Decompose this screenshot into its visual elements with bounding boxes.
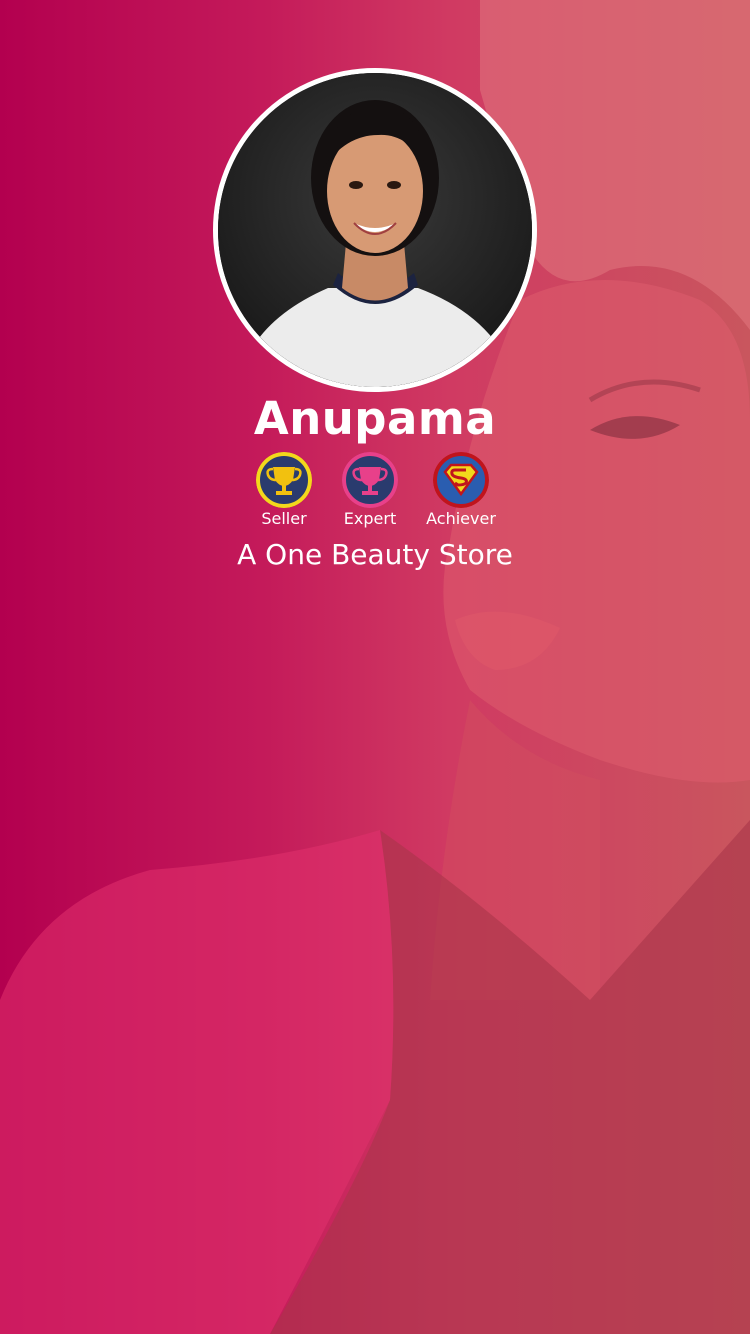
avatar-photo <box>218 73 532 387</box>
profile-avatar[interactable] <box>213 68 537 392</box>
trophy-icon <box>342 452 398 508</box>
store-name: A One Beauty Store <box>237 538 513 571</box>
badge-achiever[interactable]: Achiever <box>406 452 516 528</box>
badge-label: Achiever <box>426 509 496 528</box>
trophy-icon <box>256 452 312 508</box>
superman-shield-icon <box>433 452 489 508</box>
profile-screen: Anupama Seller Expert Achiever A One Bea… <box>0 0 750 1334</box>
profile-name: Anupama <box>253 392 497 445</box>
